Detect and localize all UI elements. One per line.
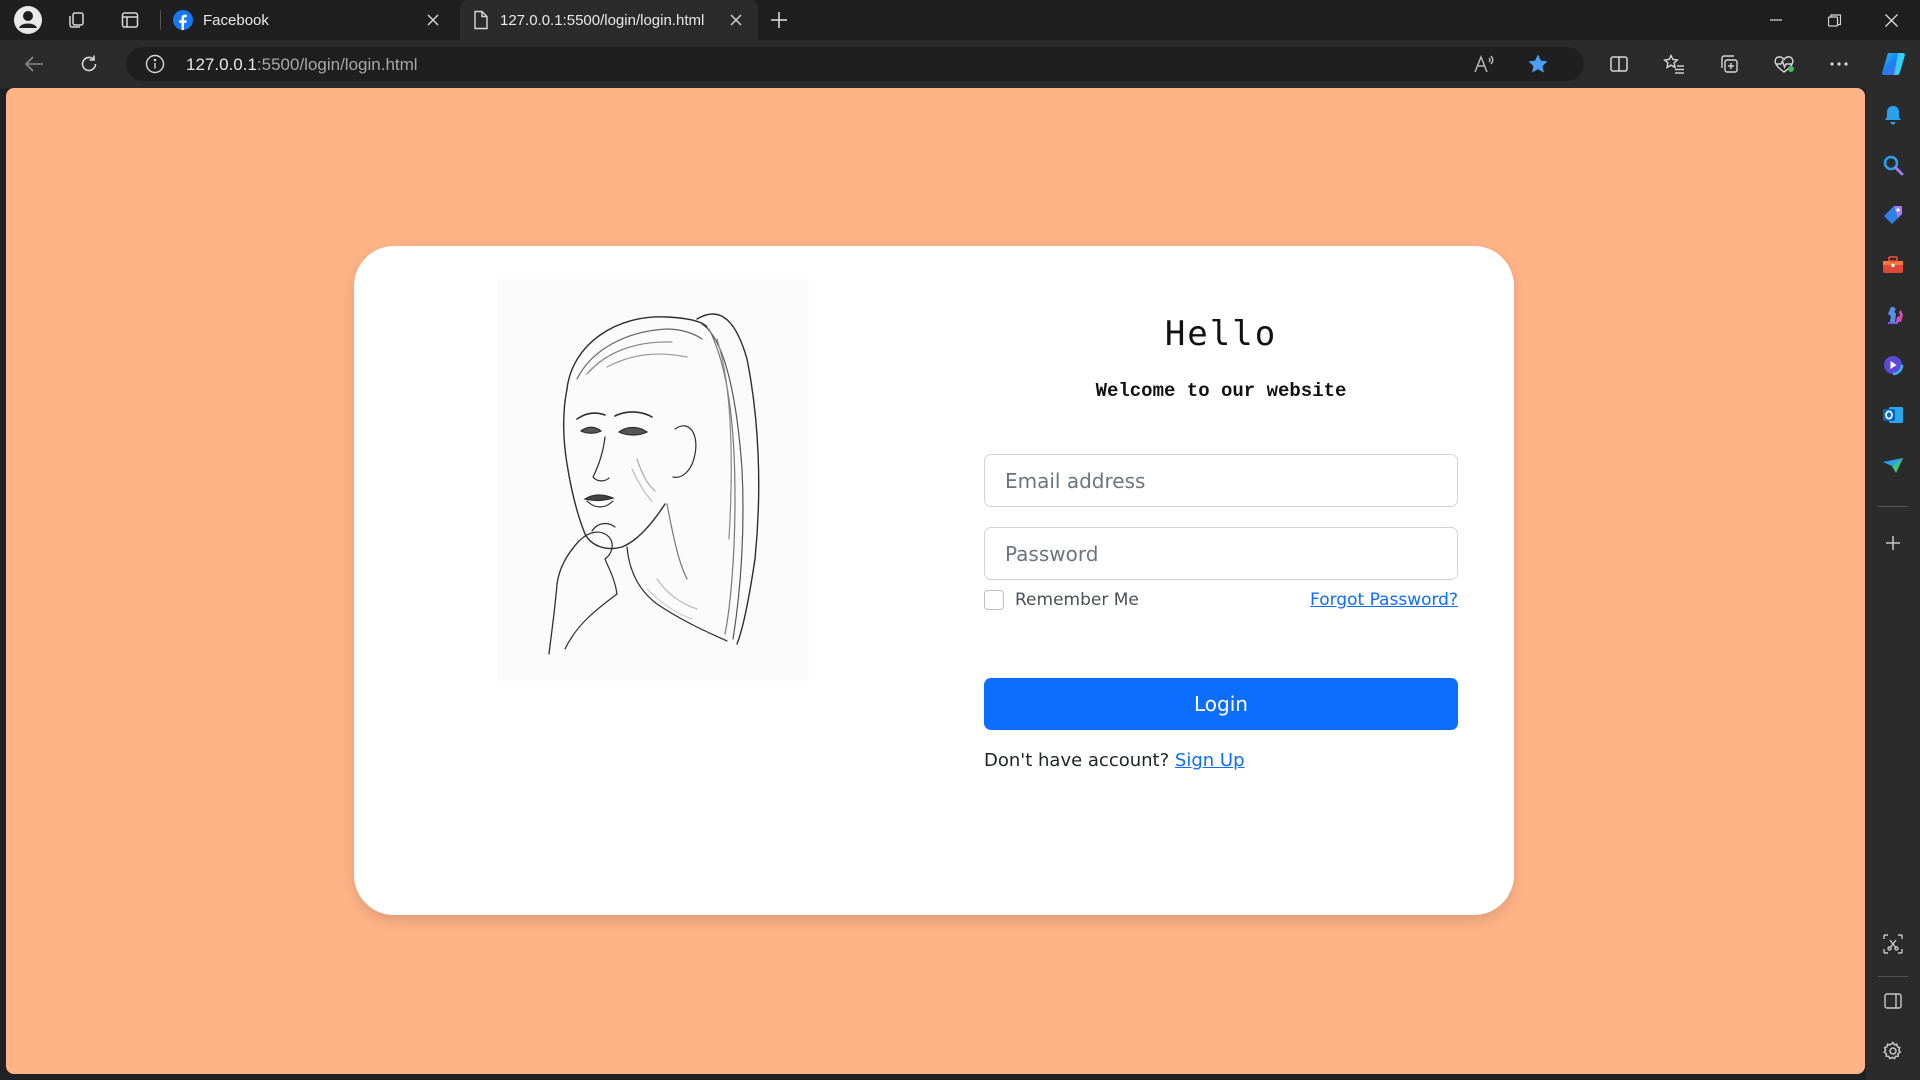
- toolbox-icon: [1883, 256, 1903, 273]
- profile-icon: [14, 6, 42, 34]
- tab-bar: Facebook 127.0.0.1:5500/login/login.html: [0, 0, 1920, 40]
- signup-link[interactable]: Sign Up: [1175, 750, 1245, 771]
- portrait-sketch-image: [497, 279, 809, 681]
- send-icon: [1883, 458, 1903, 473]
- new-tab-button[interactable]: [761, 5, 797, 35]
- favorite-button[interactable]: [1522, 51, 1554, 77]
- vertical-tabs-icon: [121, 12, 139, 28]
- tab-login-page[interactable]: 127.0.0.1:5500/login/login.html: [460, 0, 758, 40]
- copilot-button[interactable]: [1876, 48, 1912, 80]
- sidebar-games[interactable]: [1877, 299, 1909, 331]
- browser-essentials-button[interactable]: [1766, 48, 1802, 80]
- forgot-password-link[interactable]: Forgot Password?: [1310, 590, 1458, 610]
- minimize-icon: [1770, 19, 1782, 21]
- remember-me-checkbox[interactable]: [984, 590, 1004, 610]
- workspaces-button[interactable]: [58, 5, 94, 35]
- restore-icon: [1827, 13, 1841, 27]
- signup-prompt: Don't have account? Sign Up: [984, 750, 1245, 771]
- split-screen-button[interactable]: [1601, 48, 1637, 80]
- sidebar-add[interactable]: [1877, 527, 1909, 559]
- heart-pulse-icon: [1774, 56, 1794, 73]
- sidebar-hide[interactable]: [1877, 985, 1909, 1017]
- favorites-list-icon: [1663, 54, 1684, 74]
- refresh-button[interactable]: [71, 48, 107, 80]
- outlook-icon: [1883, 407, 1903, 423]
- collections-button[interactable]: [1711, 48, 1747, 80]
- welcome-subtitle: Welcome to our website: [1095, 380, 1347, 402]
- app-launcher-icon: [1882, 354, 1904, 376]
- url-text: 127.0.0.1:5500/login/login.html: [186, 55, 418, 75]
- tab-close-button[interactable]: [421, 8, 445, 32]
- workspaces-icon: [69, 12, 84, 28]
- tab-close-button[interactable]: [724, 8, 748, 32]
- plus-icon: [771, 12, 787, 28]
- minimize-button[interactable]: [1747, 0, 1805, 40]
- search-icon: [1883, 155, 1904, 176]
- more-horizontal-icon: [1830, 62, 1848, 66]
- split-screen-icon: [1610, 56, 1628, 72]
- close-icon: [1884, 13, 1898, 27]
- sidebar-copilot-app[interactable]: [1877, 349, 1909, 381]
- login-button[interactable]: Login: [984, 678, 1458, 730]
- sidebar-panel-icon: [1884, 993, 1902, 1009]
- no-account-text: Don't have account?: [984, 750, 1170, 771]
- read-aloud-icon: [1474, 54, 1494, 73]
- sidebar-screenshot[interactable]: [1877, 928, 1909, 960]
- back-button[interactable]: [16, 48, 52, 80]
- password-field[interactable]: [984, 527, 1458, 580]
- tab-actions-button[interactable]: [112, 5, 148, 35]
- close-icon: [427, 14, 439, 26]
- sidebar-tools[interactable]: [1877, 249, 1909, 281]
- window-close-button[interactable]: [1862, 0, 1920, 40]
- arrow-left-icon: [24, 56, 43, 72]
- info-icon: [145, 54, 165, 74]
- facebook-icon: [173, 10, 193, 30]
- site-info-button[interactable]: [144, 53, 166, 75]
- favorites-button[interactable]: [1656, 48, 1692, 80]
- tab-title: Facebook: [203, 11, 269, 29]
- login-card: Hello Welcome to our website Remember Me…: [354, 246, 1514, 915]
- copilot-icon: [1882, 53, 1905, 75]
- sidebar-notifications[interactable]: [1877, 99, 1909, 131]
- greeting-heading: Hello: [1164, 314, 1278, 354]
- refresh-icon: [81, 55, 97, 72]
- sidebar-settings[interactable]: [1877, 1035, 1909, 1067]
- price-tag-icon: [1884, 206, 1902, 224]
- url-host: 127.0.0.1: [186, 55, 257, 74]
- url-path: :5500/login/login.html: [256, 55, 418, 74]
- email-field[interactable]: [984, 454, 1458, 507]
- sidebar-search[interactable]: [1877, 149, 1909, 181]
- profile-button[interactable]: [10, 5, 46, 35]
- collections-icon: [1721, 55, 1738, 73]
- sidebar-shopping[interactable]: [1877, 199, 1909, 231]
- tab-facebook[interactable]: Facebook: [163, 0, 455, 40]
- restore-button[interactable]: [1805, 0, 1863, 40]
- remember-me-label[interactable]: Remember Me: [1015, 590, 1139, 610]
- portrait-sketch-icon: [548, 313, 760, 655]
- page-viewport: Hello Welcome to our website Remember Me…: [6, 88, 1865, 1074]
- screenshot-icon: [1883, 934, 1903, 954]
- sidebar-outlook[interactable]: [1877, 399, 1909, 431]
- close-icon: [730, 14, 742, 26]
- read-aloud-button[interactable]: [1468, 51, 1500, 77]
- settings-more-button[interactable]: [1821, 48, 1857, 80]
- toolbar: 127.0.0.1:5500/login/login.html: [0, 40, 1920, 88]
- sidebar-drop[interactable]: [1877, 449, 1909, 481]
- address-bar[interactable]: 127.0.0.1:5500/login/login.html: [126, 47, 1584, 81]
- star-filled-icon: [1528, 54, 1548, 73]
- tab-title: 127.0.0.1:5500/login/login.html: [500, 11, 705, 29]
- chess-piece-icon: [1888, 307, 1903, 324]
- bell-icon: [1885, 106, 1901, 125]
- gear-icon: [1883, 1041, 1902, 1060]
- edge-sidebar: [1866, 88, 1920, 1080]
- plus-icon: [1886, 536, 1900, 550]
- remember-me: Remember Me: [984, 590, 1139, 610]
- page-icon: [474, 10, 488, 30]
